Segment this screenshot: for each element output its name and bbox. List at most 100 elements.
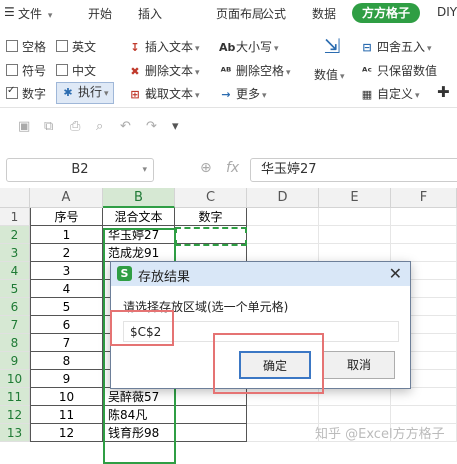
save-icon[interactable]: ▣ (18, 119, 30, 134)
index-cell[interactable]: 11 (30, 406, 103, 424)
index-cell[interactable]: 10 (30, 388, 103, 406)
index-cell[interactable]: 6 (30, 316, 103, 334)
add-icon[interactable]: ✚ (437, 83, 450, 101)
index-cell[interactable]: 3 (30, 262, 103, 280)
index-cell[interactable]: 9 (30, 370, 103, 388)
index-cell[interactable]: 12 (30, 424, 103, 442)
cell[interactable] (319, 406, 391, 424)
mixed-text-cell[interactable]: 吴醉薇57 (103, 388, 175, 406)
ok-button[interactable]: 确定 (239, 351, 311, 379)
tab-diy[interactable]: DIY (437, 5, 457, 19)
row-header[interactable]: 11 (0, 388, 30, 406)
row-header[interactable]: 5 (0, 280, 30, 298)
name-box[interactable]: B2 ▾ (6, 158, 154, 182)
cell[interactable] (175, 424, 247, 442)
tab-formulas[interactable]: 公式 (262, 5, 286, 22)
row-header[interactable]: 7 (0, 316, 30, 334)
extract-text-button[interactable]: ⊞ 截取文本 ▾ (128, 85, 199, 102)
cell[interactable] (391, 226, 457, 244)
round-button[interactable]: ⊟ 四舍五入 ▾ (360, 38, 431, 55)
check-chinese[interactable]: 中文 (56, 62, 96, 79)
tab-page-layout[interactable]: 页面布局 (216, 5, 264, 22)
row-header[interactable]: 6 (0, 298, 30, 316)
cell[interactable] (247, 244, 319, 262)
cell[interactable] (175, 406, 247, 424)
redo-icon[interactable]: ↷ (146, 119, 157, 134)
delete-space-button[interactable]: ᴬᴮ 删除空格 ▾ (219, 62, 291, 79)
mixed-text-cell[interactable]: 陈84凡 (103, 406, 175, 424)
select-all-corner[interactable] (0, 188, 30, 208)
cell[interactable] (247, 424, 319, 442)
header-cell[interactable]: 序号 (30, 208, 103, 226)
row-header[interactable]: 3 (0, 244, 30, 262)
keep-values-button[interactable]: ᴬᶜ 只保留数值 (360, 62, 437, 79)
cell[interactable] (247, 388, 319, 406)
cell[interactable] (391, 388, 457, 406)
column-header-c[interactable]: C (175, 188, 247, 208)
header-cell[interactable]: 数字 (175, 208, 247, 226)
cell[interactable] (319, 226, 391, 244)
cell[interactable] (319, 208, 391, 226)
cancel-button[interactable]: 取消 (323, 351, 395, 379)
hamburger-icon[interactable]: ☰ (4, 5, 15, 19)
index-cell[interactable]: 8 (30, 352, 103, 370)
mixed-text-cell[interactable]: 范成龙91 (103, 244, 175, 262)
cell[interactable] (175, 244, 247, 262)
index-cell[interactable]: 2 (30, 244, 103, 262)
check-space[interactable]: 空格 (6, 38, 46, 55)
tab-fangfanggezi[interactable]: 方方格子 (352, 3, 421, 23)
cell[interactable] (175, 226, 247, 244)
header-cell[interactable]: 混合文本 (103, 208, 175, 226)
row-header[interactable]: 1 (0, 208, 30, 226)
export-icon[interactable]: ⧉ (44, 119, 53, 134)
index-cell[interactable]: 7 (30, 334, 103, 352)
cell[interactable] (319, 244, 391, 262)
index-cell[interactable]: 5 (30, 298, 103, 316)
index-cell[interactable]: 4 (30, 280, 103, 298)
check-symbol[interactable]: 符号 (6, 62, 46, 79)
check-number[interactable]: 数字 (6, 85, 46, 102)
cell[interactable] (319, 388, 391, 406)
range-input[interactable]: $C$2 (123, 321, 399, 342)
index-cell[interactable]: 1 (30, 226, 103, 244)
delete-text-button[interactable]: ✖ 删除文本 ▾ (128, 62, 199, 79)
check-english[interactable]: 英文 (56, 38, 96, 55)
preview-icon[interactable]: ⌕ (96, 119, 103, 134)
cell[interactable] (247, 208, 319, 226)
case-button[interactable]: Ab大小写 ▾ (219, 38, 279, 55)
more-button[interactable]: → 更多 ▾ (219, 85, 266, 102)
fx-icon[interactable]: fx (226, 160, 239, 176)
row-header[interactable]: 8 (0, 334, 30, 352)
cell[interactable] (247, 406, 319, 424)
tab-data[interactable]: 数据 (312, 5, 336, 22)
tab-home[interactable]: 开始 (88, 5, 112, 22)
close-icon[interactable]: ✕ (389, 264, 402, 283)
column-header-d[interactable]: D (247, 188, 319, 208)
cell[interactable] (247, 226, 319, 244)
undo-icon[interactable]: ↶ (120, 119, 131, 134)
column-header-a[interactable]: A (30, 188, 103, 208)
cell[interactable] (391, 406, 457, 424)
cell[interactable] (391, 208, 457, 226)
row-header[interactable]: 9 (0, 352, 30, 370)
cell[interactable] (175, 388, 247, 406)
row-header[interactable]: 10 (0, 370, 30, 388)
row-header[interactable]: 4 (0, 262, 30, 280)
column-header-e[interactable]: E (319, 188, 391, 208)
formula-input[interactable]: 华玉婷27 (250, 158, 457, 182)
column-header-f[interactable]: F (391, 188, 457, 208)
zoom-icon[interactable]: ⊕ (200, 160, 212, 176)
insert-text-button[interactable]: ↧ 插入文本 ▾ (128, 38, 199, 55)
customize-icon[interactable]: ▾ (172, 119, 179, 134)
custom-button[interactable]: ▦ 自定义 ▾ (360, 85, 420, 102)
tab-insert[interactable]: 插入 (138, 5, 162, 22)
cell[interactable] (391, 244, 457, 262)
mixed-text-cell[interactable]: 华玉婷27 (103, 226, 175, 244)
row-header[interactable]: 12 (0, 406, 30, 424)
execute-button[interactable]: ✱ 执行 ▾ (56, 82, 114, 104)
print-icon[interactable]: ⎙ (70, 119, 80, 134)
row-header[interactable]: 2 (0, 226, 30, 244)
number-values-button[interactable]: 数值 ▾ (314, 66, 345, 83)
column-header-b[interactable]: B (103, 188, 175, 208)
row-header[interactable]: 13 (0, 424, 30, 442)
